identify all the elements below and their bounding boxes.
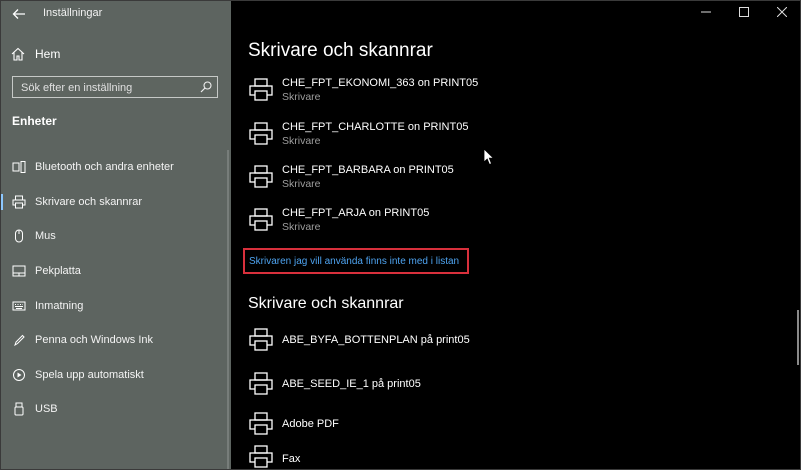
usb-icon [14, 402, 24, 416]
title-bar-left: Inställningar [0, 0, 231, 28]
sidebar-item-label: Mus [35, 230, 56, 243]
back-arrow-icon[interactable] [10, 5, 28, 23]
printer-icon [249, 208, 273, 231]
minimize-icon [701, 11, 711, 13]
sidebar-item-label: Penna och Windows Ink [35, 334, 154, 347]
printer-item[interactable]: ABE_SEED_IE_1 på print05 [248, 366, 648, 402]
printer-item[interactable]: CHE_FPT_EKONOMI_363 on PRINT05 Skrivare [248, 72, 648, 108]
sidebar-item-bluetooth[interactable]: Bluetooth och andra enheter [0, 150, 231, 185]
printer-icon [249, 412, 273, 435]
printer-name: CHE_FPT_BARBARA on PRINT05 [282, 164, 454, 176]
printer-type: Skrivare [282, 221, 321, 233]
printer-item[interactable]: CHE_FPT_BARBARA on PRINT05 Skrivare [248, 159, 648, 195]
sidebar-item-label: Skrivare och skannrar [35, 195, 142, 208]
page-title: Skrivare och skannrar [248, 40, 433, 61]
printer-icon [249, 372, 273, 395]
sidebar-item-typing[interactable]: Inmatning [0, 288, 231, 323]
printer-name: CHE_FPT_ARJA on PRINT05 [282, 207, 430, 219]
printer-item[interactable]: CHE_FPT_CHARLOTTE on PRINT05 Skrivare [248, 116, 648, 152]
sidebar-item-touchpad[interactable]: Pekplatta [0, 254, 231, 289]
window-controls [687, 0, 801, 26]
printer-icon [12, 195, 26, 209]
printer-item[interactable]: CHE_FPT_ARJA on PRINT05 Skrivare [248, 202, 648, 238]
printer-name: ABE_BYFA_BOTTENPLAN på print05 [282, 334, 470, 346]
close-button[interactable] [763, 0, 801, 24]
home-link[interactable]: Hem [10, 44, 225, 64]
printer-type: Skrivare [282, 178, 321, 190]
maximize-icon [739, 7, 749, 17]
sidebar-nav: Bluetooth och andra enheter Skrivare och… [0, 150, 231, 427]
printer-not-listed-link[interactable]: Skrivaren jag vill använda finns inte me… [243, 248, 469, 274]
app-title: Inställningar [43, 7, 103, 19]
printer-name: CHE_FPT_CHARLOTTE on PRINT05 [282, 121, 469, 133]
sidebar-scrollbar[interactable] [227, 150, 229, 470]
sidebar-item-label: Inmatning [35, 299, 84, 312]
printer-type: Skrivare [282, 91, 321, 103]
pen-icon [14, 335, 25, 347]
sidebar-item-usb[interactable]: USB [0, 392, 231, 427]
bluetooth-icon [12, 161, 26, 174]
section-title: Skrivare och skannrar [248, 295, 404, 312]
sidebar-item-pen[interactable]: Penna och Windows Ink [0, 323, 231, 358]
search-input[interactable] [19, 79, 203, 97]
sidebar: Inställningar Hem Enheter Bluetooth och … [0, 0, 231, 470]
search-icon[interactable] [199, 80, 213, 94]
printer-icon [249, 122, 273, 145]
search-box[interactable] [12, 76, 218, 98]
sidebar-item-mouse[interactable]: Mus [0, 219, 231, 254]
main-scrollbar[interactable] [797, 310, 799, 365]
maximize-button[interactable] [725, 0, 763, 24]
home-icon [11, 47, 25, 61]
printer-item[interactable]: Fax [248, 444, 648, 470]
sidebar-item-label: Spela upp automatiskt [35, 368, 144, 381]
sidebar-item-printers[interactable]: Skrivare och skannrar [0, 185, 231, 220]
mouse-cursor-icon [483, 148, 495, 166]
sidebar-item-label: Bluetooth och andra enheter [35, 161, 174, 174]
printer-type: Skrivare [282, 135, 321, 147]
printer-icon [249, 78, 273, 101]
printer-not-listed-label[interactable]: Skrivaren jag vill använda finns inte me… [249, 256, 459, 267]
home-label: Hem [35, 47, 61, 61]
sidebar-item-label: USB [35, 403, 58, 416]
close-icon [777, 7, 787, 17]
printer-name: Adobe PDF [282, 418, 339, 430]
sidebar-item-autoplay[interactable]: Spela upp automatiskt [0, 358, 231, 393]
printer-name: CHE_FPT_EKONOMI_363 on PRINT05 [282, 77, 479, 89]
printer-icon [249, 165, 273, 188]
mouse-icon [15, 229, 23, 243]
main-panel: Skrivare och skannrar CHE_FPT_EKONOMI_36… [231, 0, 801, 470]
printer-name: ABE_SEED_IE_1 på print05 [282, 378, 421, 390]
printer-item[interactable]: Adobe PDF [248, 406, 648, 442]
section-heading: Enheter [12, 114, 57, 128]
printer-name: Fax [282, 453, 301, 465]
printer-item[interactable]: ABE_BYFA_BOTTENPLAN på print05 [248, 322, 648, 358]
autoplay-icon [13, 368, 25, 381]
keyboard-icon [12, 301, 26, 311]
sidebar-item-label: Pekplatta [35, 265, 81, 278]
printer-icon [249, 328, 273, 351]
minimize-button[interactable] [687, 0, 725, 24]
touchpad-icon [12, 265, 26, 277]
printer-icon [249, 445, 273, 468]
